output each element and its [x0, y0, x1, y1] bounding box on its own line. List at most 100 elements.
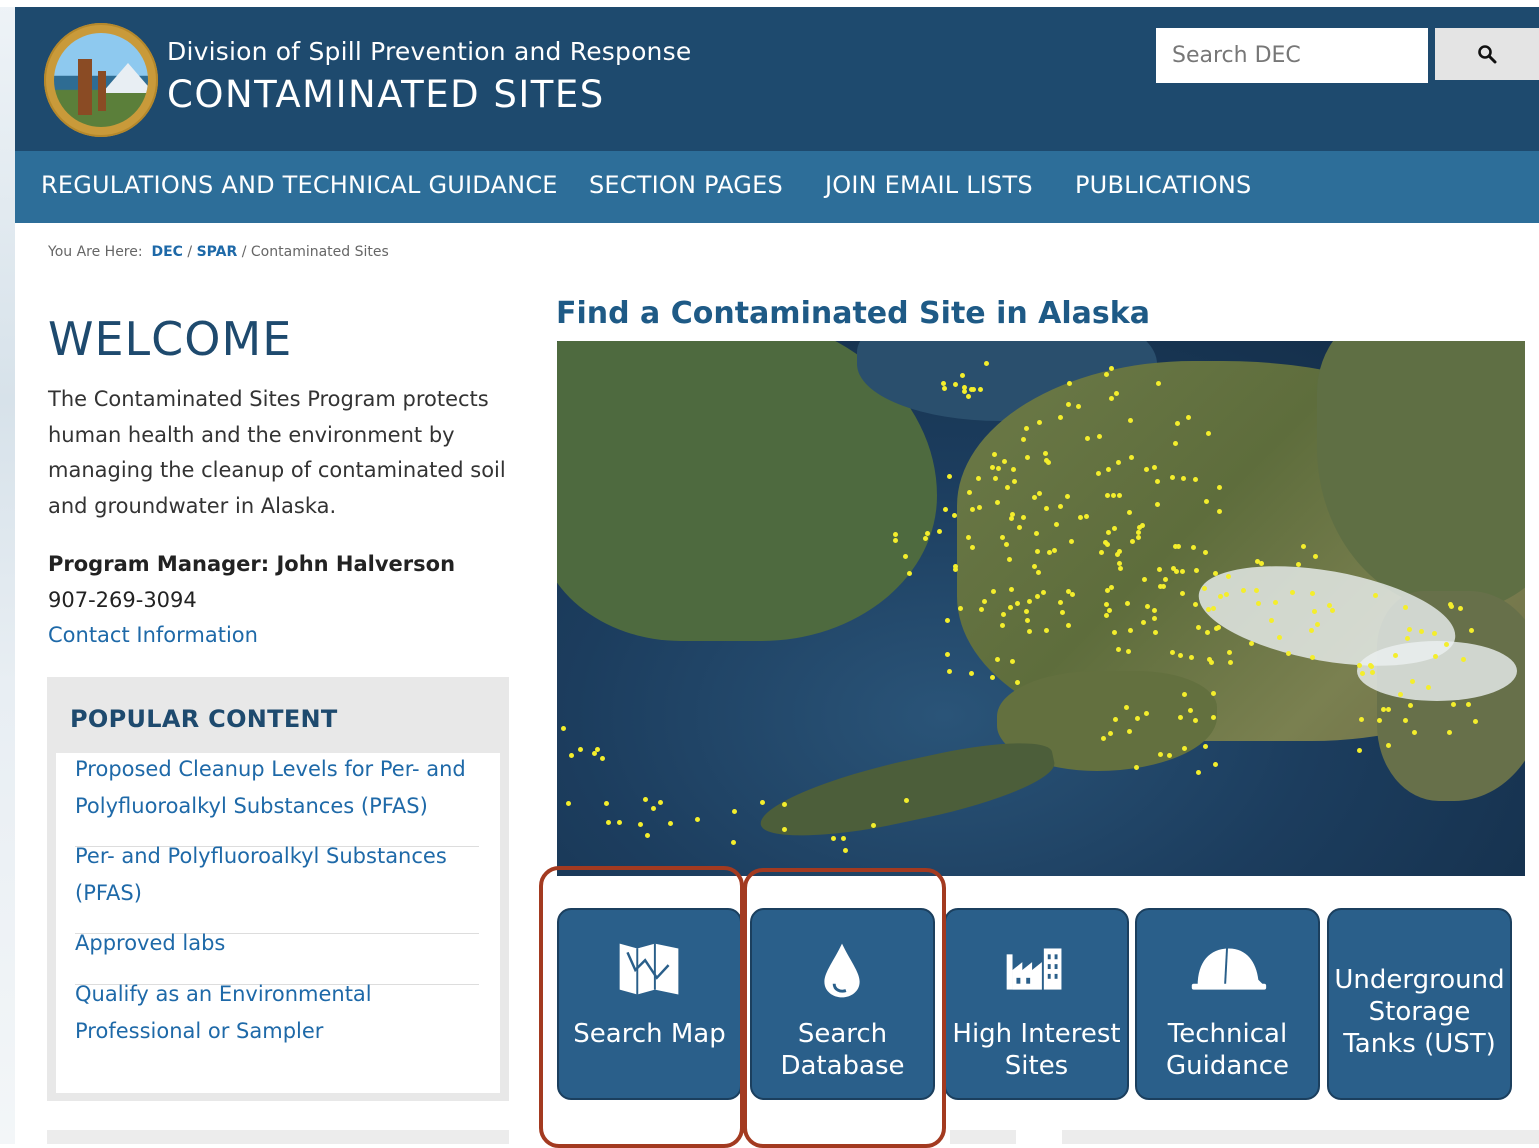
- site-marker[interactable]: [970, 544, 976, 550]
- site-marker[interactable]: [1196, 769, 1202, 775]
- site-marker[interactable]: [1457, 606, 1463, 612]
- site-marker[interactable]: [1115, 646, 1121, 652]
- site-marker[interactable]: [1152, 629, 1158, 635]
- breadcrumb-link-dec[interactable]: DEC: [152, 244, 183, 260]
- site-marker[interactable]: [1125, 600, 1131, 606]
- site-marker[interactable]: [642, 797, 648, 803]
- site-marker[interactable]: [1309, 654, 1315, 660]
- site-marker[interactable]: [1385, 742, 1391, 748]
- site-marker[interactable]: [1068, 538, 1074, 544]
- site-marker[interactable]: [992, 476, 998, 482]
- popular-link-qualify-professional[interactable]: Qualify as an Environmental Professional…: [75, 976, 479, 1049]
- program-title[interactable]: CONTAMINATED SITES: [167, 73, 605, 116]
- site-marker[interactable]: [781, 826, 787, 832]
- site-marker[interactable]: [781, 801, 787, 807]
- site-marker[interactable]: [1003, 541, 1009, 547]
- site-marker[interactable]: [578, 747, 584, 753]
- site-marker[interactable]: [843, 848, 849, 854]
- site-marker[interactable]: [1174, 421, 1180, 427]
- site-marker[interactable]: [1113, 390, 1119, 396]
- site-marker[interactable]: [651, 806, 657, 812]
- site-marker[interactable]: [1111, 629, 1117, 635]
- site-marker[interactable]: [968, 670, 974, 676]
- site-marker[interactable]: [1223, 591, 1229, 597]
- contact-information-link[interactable]: Contact Information: [48, 623, 258, 647]
- site-marker[interactable]: [599, 755, 605, 761]
- site-marker[interactable]: [638, 821, 644, 827]
- site-marker[interactable]: [1465, 701, 1471, 707]
- site-marker[interactable]: [1431, 630, 1437, 636]
- site-marker[interactable]: [944, 651, 950, 657]
- site-marker[interactable]: [1020, 436, 1026, 442]
- site-marker[interactable]: [1180, 475, 1186, 481]
- site-marker[interactable]: [1188, 654, 1194, 660]
- site-marker[interactable]: [1309, 590, 1315, 596]
- site-marker[interactable]: [903, 797, 909, 803]
- site-marker[interactable]: [760, 799, 766, 805]
- site-marker[interactable]: [1314, 622, 1320, 628]
- site-marker[interactable]: [1127, 417, 1133, 423]
- site-marker[interactable]: [1209, 659, 1215, 665]
- search-button[interactable]: [1435, 28, 1539, 80]
- popular-link-approved-labs[interactable]: Approved labs: [75, 925, 479, 962]
- site-marker[interactable]: [1024, 454, 1030, 460]
- site-marker[interactable]: [1177, 714, 1183, 720]
- site-marker[interactable]: [560, 725, 566, 731]
- site-marker[interactable]: [1172, 440, 1178, 446]
- site-marker[interactable]: [1015, 679, 1021, 685]
- site-marker[interactable]: [591, 751, 597, 757]
- site-marker[interactable]: [1033, 530, 1039, 536]
- site-marker[interactable]: [694, 817, 700, 823]
- site-marker[interactable]: [965, 394, 971, 399]
- site-marker[interactable]: [1108, 730, 1114, 736]
- site-marker[interactable]: [892, 531, 898, 537]
- site-marker[interactable]: [958, 605, 964, 611]
- site-marker[interactable]: [940, 380, 946, 386]
- site-marker[interactable]: [1403, 717, 1408, 723]
- site-marker[interactable]: [1105, 492, 1111, 498]
- site-marker[interactable]: [604, 800, 610, 806]
- site-marker[interactable]: [1213, 762, 1219, 768]
- site-marker[interactable]: [1194, 567, 1200, 573]
- site-marker[interactable]: [1188, 707, 1194, 713]
- tile-technical-guidance[interactable]: Technical Guidance: [1135, 908, 1320, 1100]
- tile-underground-storage-tanks[interactable]: Underground Storage Tanks (UST): [1327, 908, 1512, 1100]
- site-marker[interactable]: [906, 570, 912, 576]
- site-marker[interactable]: [606, 819, 612, 825]
- site-marker[interactable]: [1202, 744, 1208, 750]
- site-marker[interactable]: [1313, 553, 1319, 559]
- site-marker[interactable]: [841, 835, 847, 841]
- site-marker[interactable]: [1227, 659, 1233, 665]
- site-marker[interactable]: [658, 799, 664, 805]
- site-marker[interactable]: [645, 833, 651, 839]
- nav-item-regulations[interactable]: REGULATIONS AND TECHNICAL GUIDANCE: [41, 171, 558, 199]
- site-marker[interactable]: [1253, 587, 1259, 593]
- site-marker[interactable]: [1192, 477, 1198, 483]
- site-marker[interactable]: [1009, 658, 1015, 664]
- nav-item-publications[interactable]: PUBLICATIONS: [1075, 171, 1251, 199]
- site-marker[interactable]: [1157, 751, 1163, 757]
- site-marker[interactable]: [989, 464, 995, 470]
- tile-high-interest-sites[interactable]: High Interest Sites: [944, 908, 1129, 1100]
- site-marker[interactable]: [1024, 617, 1030, 623]
- site-marker[interactable]: [1065, 623, 1071, 629]
- site-marker[interactable]: [1226, 649, 1232, 655]
- site-marker[interactable]: [731, 808, 737, 814]
- site-marker[interactable]: [1359, 716, 1364, 722]
- site-marker[interactable]: [1065, 493, 1071, 499]
- site-marker[interactable]: [1139, 523, 1145, 529]
- site-marker[interactable]: [1125, 648, 1131, 654]
- site-marker[interactable]: [1058, 414, 1064, 420]
- site-marker[interactable]: [943, 507, 949, 513]
- site-marker[interactable]: [1179, 591, 1185, 597]
- site-marker[interactable]: [1026, 629, 1032, 635]
- site-marker[interactable]: [1154, 501, 1160, 507]
- site-marker[interactable]: [1210, 605, 1216, 611]
- site-marker[interactable]: [1277, 634, 1283, 640]
- site-marker[interactable]: [1144, 466, 1150, 472]
- site-marker[interactable]: [1255, 600, 1261, 606]
- site-marker[interactable]: [944, 617, 950, 623]
- site-marker[interactable]: [1040, 590, 1046, 596]
- site-marker[interactable]: [952, 381, 958, 387]
- site-marker[interactable]: [1446, 730, 1452, 735]
